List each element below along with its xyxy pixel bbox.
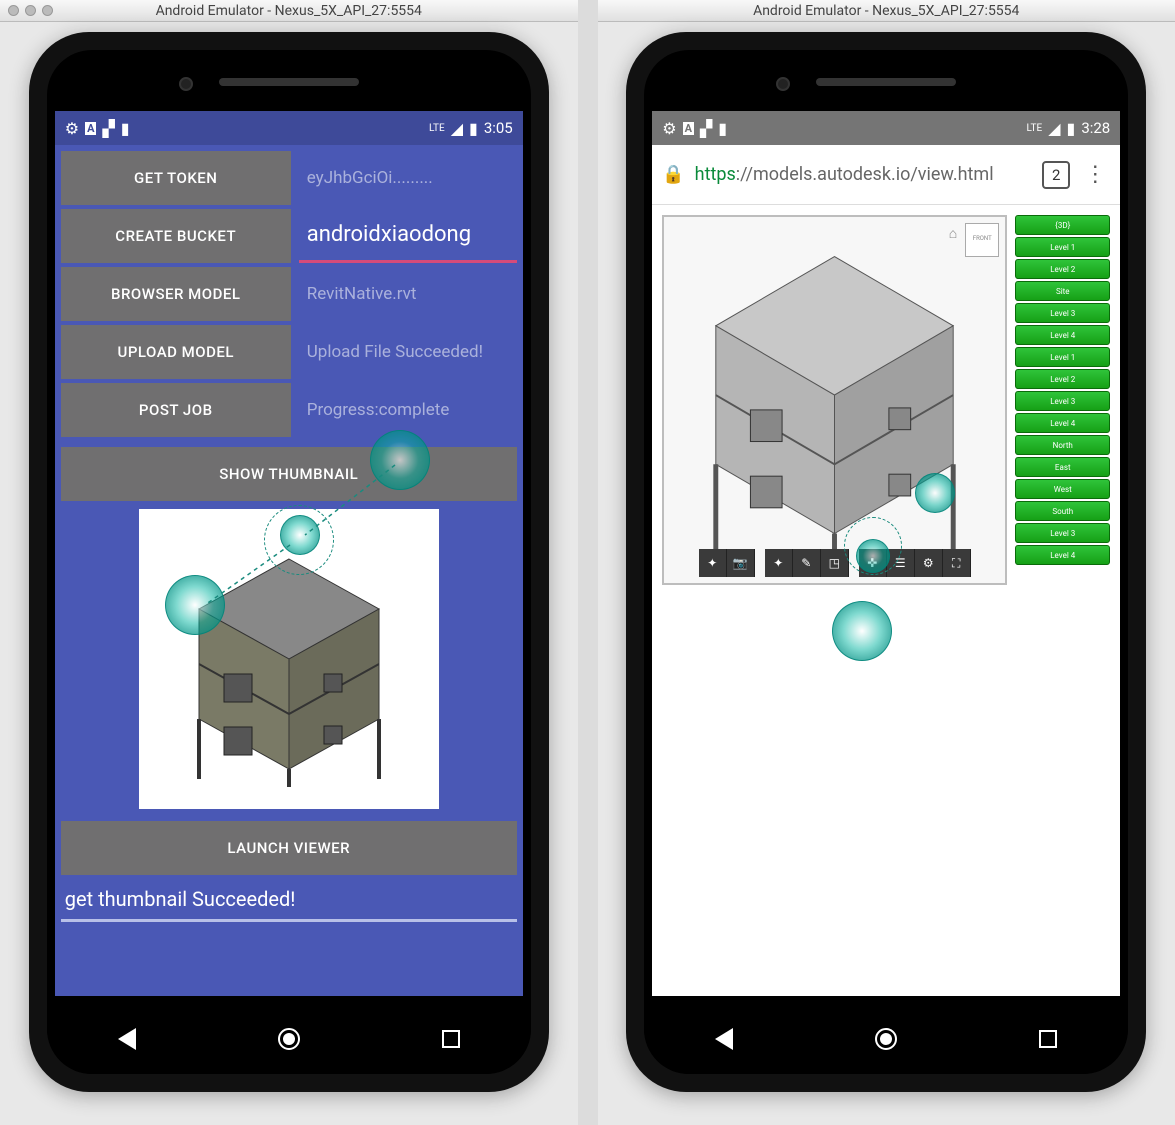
gear-icon: ⚙ xyxy=(65,119,79,138)
camera-icon xyxy=(179,77,193,91)
phone-screen: ⚙ A ▞ ▮ LTE ◢ ▮ 3:05 GET TOKEN xyxy=(55,111,523,996)
battery-icon: ▮ xyxy=(1067,119,1076,138)
show-thumbnail-button[interactable]: SHOW THUMBNAIL xyxy=(61,447,517,501)
sd-icon: ▮ xyxy=(718,119,727,138)
model-file-value: RevitNative.rvt xyxy=(299,267,517,321)
tree-item[interactable]: South xyxy=(1015,501,1110,521)
url-scheme: https xyxy=(695,164,736,185)
clock: 3:05 xyxy=(484,119,513,137)
tree-item[interactable]: Level 3 xyxy=(1015,523,1110,543)
touch-indicator-icon xyxy=(165,575,225,635)
gesture-path-icon xyxy=(264,505,334,575)
phone-screen: ⚙ A ▞ ▮ LTE ◢ ▮ 3:28 🔒 https:// xyxy=(652,111,1120,996)
android-navbar xyxy=(644,1004,1128,1074)
gesture-path-icon xyxy=(844,517,902,575)
settings-button[interactable]: ⚙ xyxy=(915,549,943,577)
tree-item[interactable]: Level 1 xyxy=(1015,347,1110,367)
browser-address-bar: 🔒 https://models.autodesk.io/view.html 2… xyxy=(652,145,1120,205)
create-bucket-button[interactable]: CREATE BUCKET xyxy=(61,209,291,263)
back-button[interactable] xyxy=(715,1028,733,1050)
clock: 3:28 xyxy=(1081,119,1110,137)
window-titlebar: Android Emulator - Nexus_5X_API_27:5554 xyxy=(598,0,1175,22)
recents-button[interactable] xyxy=(442,1030,460,1048)
cell-icon: ◢ xyxy=(451,119,463,138)
tree-item[interactable]: {3D} xyxy=(1015,215,1110,235)
status-bar: ⚙ A ▞ ▮ LTE ◢ ▮ 3:05 xyxy=(55,111,523,145)
orbit-button[interactable]: ✦ xyxy=(699,549,727,577)
get-token-button[interactable]: GET TOKEN xyxy=(61,151,291,205)
browser-model-button[interactable]: BROWSER MODEL xyxy=(61,267,291,321)
touch-indicator-icon xyxy=(370,430,430,490)
tree-item[interactable]: Level 1 xyxy=(1015,237,1110,257)
cell-icon: ◢ xyxy=(1048,119,1060,138)
tree-item[interactable]: Level 4 xyxy=(1015,325,1110,345)
battery-icon: ▮ xyxy=(469,119,478,138)
speaker-grille-icon xyxy=(816,78,956,86)
tree-item[interactable]: Level 4 xyxy=(1015,545,1110,565)
phone-frame: ⚙ A ▞ ▮ LTE ◢ ▮ 3:05 GET TOKEN xyxy=(29,32,549,1092)
phone-frame: ⚙ A ▞ ▮ LTE ◢ ▮ 3:28 🔒 https:// xyxy=(626,32,1146,1092)
tree-item[interactable]: West xyxy=(1015,479,1110,499)
tree-item[interactable]: Level 2 xyxy=(1015,259,1110,279)
url-field[interactable]: https://models.autodesk.io/view.html xyxy=(695,164,1033,185)
post-job-button[interactable]: POST JOB xyxy=(61,383,291,437)
touch-indicator-icon xyxy=(915,473,955,513)
window-title: Android Emulator - Nexus_5X_API_27:5554 xyxy=(156,3,422,19)
tree-item[interactable]: North xyxy=(1015,435,1110,455)
url-path: ://models.autodesk.io/view.html xyxy=(736,164,994,185)
status-bar: ⚙ A ▞ ▮ LTE ◢ ▮ 3:28 xyxy=(652,111,1120,145)
tree-item[interactable]: Level 4 xyxy=(1015,413,1110,433)
lte-icon: LTE xyxy=(429,123,445,134)
view-cube-icon[interactable]: FRONT xyxy=(965,223,999,257)
signal-icon: ▞ xyxy=(102,119,114,138)
signal-icon: ▞ xyxy=(700,119,712,138)
back-button[interactable] xyxy=(118,1028,136,1050)
speaker-grille-icon xyxy=(219,78,359,86)
upload-status-value: Upload File Succeeded! xyxy=(299,325,517,379)
recents-button[interactable] xyxy=(1039,1030,1057,1048)
tree-item[interactable]: Level 3 xyxy=(1015,391,1110,411)
home-button[interactable] xyxy=(278,1028,300,1050)
tree-item[interactable]: Site xyxy=(1015,281,1110,301)
keyboard-icon: A xyxy=(85,122,96,135)
emulator-window-right: Android Emulator - Nexus_5X_API_27:5554 … xyxy=(598,0,1175,1125)
home-button[interactable] xyxy=(875,1028,897,1050)
select-button[interactable]: ✦ xyxy=(765,549,793,577)
sd-icon: ▮ xyxy=(121,119,130,138)
bucket-name-input[interactable]: androidxiaodong xyxy=(299,209,517,263)
fullscreen-button[interactable]: ⛶ xyxy=(943,549,971,577)
job-status-value: Progress:complete xyxy=(299,383,517,437)
viewer-page: ⌂ FRONT xyxy=(652,205,1120,996)
building-model-icon xyxy=(664,217,1005,583)
upload-model-button[interactable]: UPLOAD MODEL xyxy=(61,325,291,379)
window-titlebar: Android Emulator - Nexus_5X_API_27:5554 xyxy=(0,0,578,22)
tree-item[interactable]: Level 2 xyxy=(1015,369,1110,389)
token-value: eyJhbGciOi......... xyxy=(299,151,517,205)
tree-item[interactable]: East xyxy=(1015,457,1110,477)
home-icon[interactable]: ⌂ xyxy=(949,225,957,242)
lock-icon: 🔒 xyxy=(662,164,684,185)
tab-count-button[interactable]: 2 xyxy=(1042,161,1070,189)
tree-item[interactable]: Level 3 xyxy=(1015,303,1110,323)
android-navbar xyxy=(47,1004,531,1074)
window-title: Android Emulator - Nexus_5X_API_27:5554 xyxy=(753,3,1019,19)
status-message: get thumbnail Succeeded! xyxy=(61,879,517,922)
measure-button[interactable]: ✎ xyxy=(793,549,821,577)
viewer-toolbar: ✦ 📷 ✦ ✎ ◳ ✜ ☰ ⚙ ⛶ xyxy=(699,549,971,577)
model-tree-panel: {3D}Level 1Level 2SiteLevel 3Level 4Leve… xyxy=(1015,215,1110,986)
camera-button[interactable]: 📷 xyxy=(727,549,755,577)
touch-indicator-icon xyxy=(832,601,892,661)
launch-viewer-button[interactable]: LAUNCH VIEWER xyxy=(61,821,517,875)
keyboard-icon: A xyxy=(683,122,694,135)
traffic-lights xyxy=(8,5,53,16)
gear-icon: ⚙ xyxy=(662,119,676,138)
lte-icon: LTE xyxy=(1026,123,1042,134)
emulator-window-left: Android Emulator - Nexus_5X_API_27:5554 … xyxy=(0,0,578,1125)
app-body: GET TOKEN eyJhbGciOi......... CREATE BUC… xyxy=(55,145,523,996)
menu-button[interactable]: ⋮ xyxy=(1080,162,1110,187)
model-viewport[interactable]: ⌂ FRONT xyxy=(662,215,1007,585)
